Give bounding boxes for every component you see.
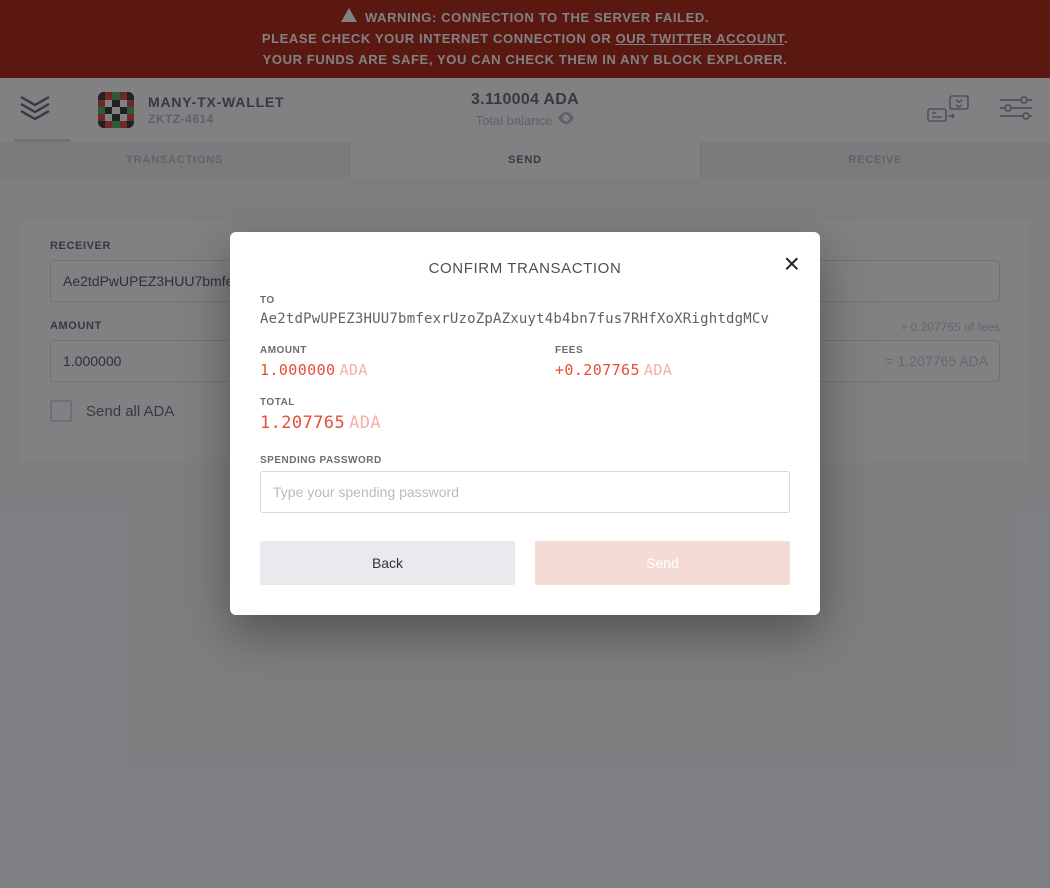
close-icon[interactable]: × — [784, 250, 800, 278]
modal-title: CONFIRM TRANSACTION — [260, 260, 790, 277]
confirm-transaction-modal: CONFIRM TRANSACTION × TO Ae2tdPwUPEZ3HUU… — [230, 232, 820, 615]
modal-overlay[interactable]: CONFIRM TRANSACTION × TO Ae2tdPwUPEZ3HUU… — [0, 0, 1050, 888]
spending-password-label: SPENDING PASSWORD — [260, 455, 790, 466]
modal-to-label: TO — [260, 295, 790, 306]
modal-amount-label: AMOUNT — [260, 345, 495, 356]
modal-total-value: 1.207765ADA — [260, 413, 790, 433]
modal-amount-value: 1.000000ADA — [260, 361, 495, 379]
modal-fees-value: +0.207765ADA — [555, 361, 790, 379]
modal-total-label: TOTAL — [260, 397, 790, 408]
back-button[interactable]: Back — [260, 541, 515, 585]
send-button[interactable]: Send — [535, 541, 790, 585]
modal-to-address: Ae2tdPwUPEZ3HUU7bmfexrUzoZpAZxuyt4b4bn7f… — [260, 311, 790, 327]
spending-password-input[interactable] — [260, 471, 790, 513]
modal-fees-label: FEES — [555, 345, 790, 356]
